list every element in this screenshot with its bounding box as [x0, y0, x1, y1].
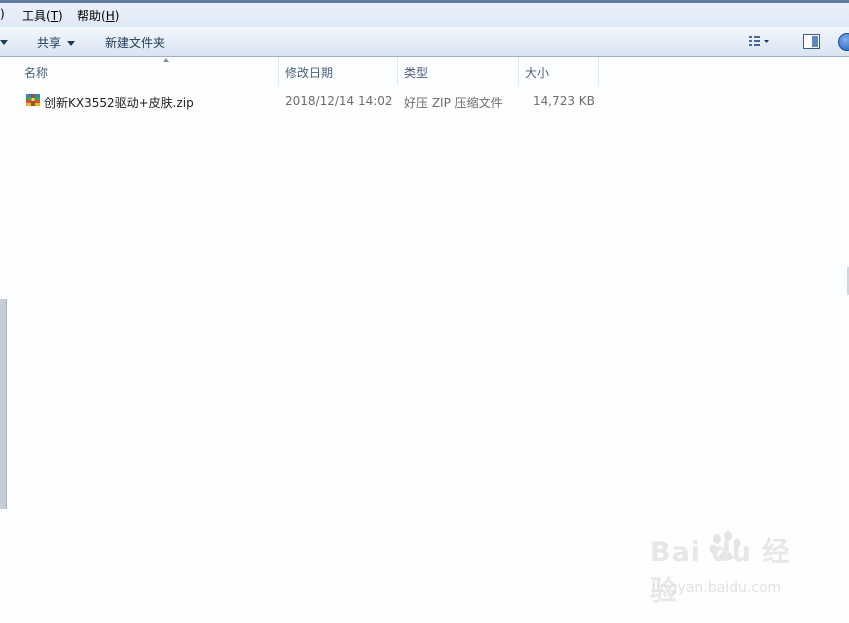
column-header-modified-label: 修改日期: [285, 66, 334, 80]
menu-tools-close: ): [58, 9, 63, 23]
zip-archive-icon: [26, 94, 40, 106]
share-label: 共享: [37, 36, 62, 50]
file-row[interactable]: 创新KX3552驱动+皮肤.zip 2018/12/14 14:02 好压 ZI…: [22, 91, 602, 111]
chevron-down-icon: [67, 41, 76, 46]
views-icon[interactable]: [748, 35, 770, 49]
column-header-name-label: 名称: [24, 66, 49, 80]
help-icon[interactable]: [838, 33, 849, 51]
command-bar: 共享 新建文件夹: [0, 27, 849, 57]
watermark-url: jingyan.baidu.com: [652, 580, 782, 596]
new-folder-button[interactable]: 新建文件夹: [105, 34, 165, 51]
baidu-jingyan-watermark: Bai du 经验 jingyan.baidu.com: [650, 530, 810, 607]
menu-tools-label: 工具(: [22, 9, 51, 23]
column-header-name[interactable]: 名称: [18, 57, 279, 85]
sort-ascending-icon: [163, 58, 169, 62]
menu-help-label: 帮助(: [77, 9, 106, 23]
column-header-size[interactable]: 大小: [519, 57, 599, 85]
chevron-down-icon[interactable]: [0, 40, 8, 45]
file-size: 14,723 KB: [533, 94, 595, 108]
menu-item-tools[interactable]: 工具(T): [22, 7, 63, 24]
share-button[interactable]: 共享: [37, 34, 76, 51]
menu-item-help[interactable]: 帮助(H): [77, 7, 119, 24]
menu-bar: ) 工具(T) 帮助(H): [0, 0, 849, 27]
column-header-modified[interactable]: 修改日期: [279, 57, 398, 85]
menu-tools-accel: T: [50, 9, 59, 23]
menu-help-accel: H: [105, 9, 115, 23]
menu-help-close: ): [114, 9, 120, 23]
file-modified: 2018/12/14 14:02: [285, 94, 393, 108]
column-header-type-label: 类型: [404, 66, 429, 80]
watermark-logo-text: Bai du 经验: [650, 537, 791, 607]
menu-item-partial[interactable]: ): [0, 7, 5, 21]
navigation-pane-edge: [0, 299, 7, 509]
column-header-type[interactable]: 类型: [398, 57, 519, 85]
file-name: 创新KX3552驱动+皮肤.zip: [44, 96, 194, 110]
column-header-size-label: 大小: [525, 66, 550, 80]
file-type: 好压 ZIP 压缩文件: [404, 96, 503, 110]
preview-pane-icon[interactable]: [803, 34, 820, 49]
